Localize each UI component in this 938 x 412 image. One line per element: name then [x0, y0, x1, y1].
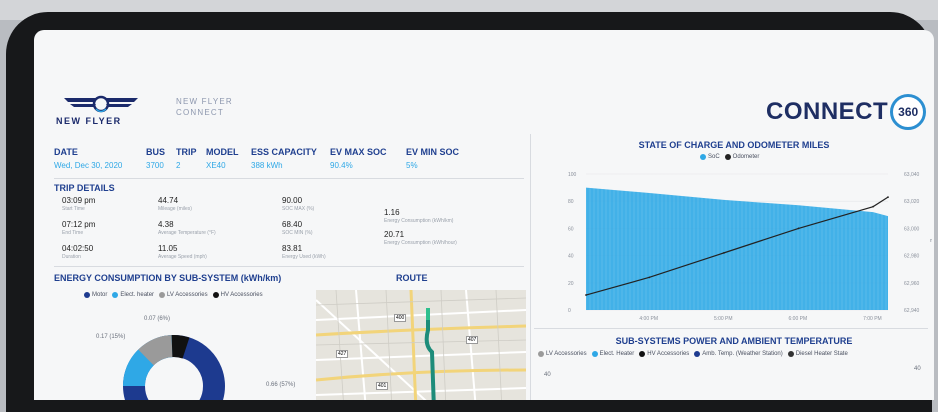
average-temperature: 4.38 Average Temperature (°F) [158, 220, 216, 236]
legend-elect-heater: Elect. Heater [591, 351, 634, 357]
y-left-tick: 60 [568, 226, 574, 232]
energy-consumption-title: ENERGY CONSUMPTION BY SUB-SYSTEM (kWh/km… [54, 273, 282, 283]
energy-donut-chart [123, 334, 225, 400]
trip-details-title: TRIP DETAILS [54, 183, 115, 193]
product-name: NEW FLYER CONNECT [176, 96, 233, 118]
connect-text: CONNECT [766, 98, 889, 125]
odometer-point [648, 276, 651, 279]
new-flyer-logo: NEW FLYER [56, 94, 150, 134]
divider [534, 328, 928, 329]
highway-badge: 400 [394, 314, 407, 322]
highway-badge: 407 [466, 336, 479, 344]
info-ev-min: EV MIN SOC 5% [406, 147, 460, 170]
highway-badge: 401 [376, 382, 389, 390]
divider [54, 266, 524, 267]
y-right-tick: 62,940 [904, 308, 920, 314]
soc-legend: SoC Odometer [700, 154, 764, 160]
route-map[interactable]: 400 407 401 427 [316, 290, 526, 400]
x-tick: 4:00 PM [639, 316, 658, 322]
legend-amb-temp: Amb. Temp. (Weather Station) [694, 351, 783, 357]
highway-badge: 427 [336, 350, 349, 358]
duration: 04:02:50 Duration [62, 244, 94, 260]
y-left-tick: 100 [568, 172, 577, 178]
wordmark: NEW FLYER [56, 116, 122, 126]
y-left-tick: 20 [568, 281, 574, 287]
odometer-point [887, 196, 889, 199]
info-date: DATE Wed, Dec 30, 2020 [54, 147, 123, 170]
legend-lv: LV Accessories [538, 351, 587, 357]
divider [530, 134, 531, 400]
legend-soc: SoC [700, 154, 720, 160]
energy-consumption-km: 1.16 Energy Consumption (kWh/km) [384, 208, 454, 224]
average-speed: 11.05 Average Speed (mph) [158, 244, 207, 260]
legend-elect-heater: Elect. heater [112, 292, 154, 298]
legend-hv-accessories: HV Accessories [212, 292, 263, 298]
divider [54, 178, 524, 179]
connect-badge: 360 [890, 94, 927, 130]
donut-label-hv: 0.07 (6%) [144, 316, 171, 322]
dashboard-screen: NEW FLYER NEW FLYER CONNECT CONNECT 360 … [34, 30, 934, 400]
odometer-point [585, 294, 587, 296]
y-right-tick: 63,000 [904, 226, 920, 232]
info-trip: TRIP 2 [176, 147, 197, 170]
soc-max: 90.00 SOC MAX (%) [282, 196, 315, 212]
subsystems-title: SUB-SYSTEMS POWER AND AMBIENT TEMPERATUR… [615, 336, 853, 346]
end-time: 07:12 pm End Time [62, 220, 96, 236]
odometer-point [723, 251, 725, 254]
legend-lv-accessories: LV Accessories [159, 292, 208, 298]
odometer-point [797, 227, 800, 230]
y-left-tick: 80 [568, 199, 574, 205]
x-tick: 6:00 PM [789, 316, 808, 322]
info-ev-max: EV MAX SOC 90.4% [330, 147, 387, 170]
subsystems-legend: LV Accessories Elect. Heater HV Accessor… [538, 351, 853, 357]
soc-odometer-chart: 100 80 60 40 20 0 63,040 63,020 63,000 62,980 62,9… [568, 172, 932, 322]
donut-elect-heater-2 [123, 349, 155, 387]
donut-hv-accessories [171, 334, 190, 359]
product-line2: CONNECT [176, 108, 224, 117]
legend-diesel-heater: Diesel Heater State [787, 351, 848, 357]
map-canvas [316, 290, 526, 400]
subsystems-right-tick: 40 [914, 366, 921, 372]
legend-hv: HV Accessories [639, 351, 689, 357]
info-ess: ESS CAPACITY 388 kWh [251, 147, 317, 170]
start-time: 03:09 pm Start Time [62, 196, 96, 212]
info-bus: BUS 3700 [146, 147, 166, 170]
x-tick: 5:00 PM [714, 316, 733, 322]
y-left-tick: 40 [568, 254, 574, 260]
soc-min: 68.40 SOC MIN (%) [282, 220, 313, 236]
mileage: 44.74 Mileage (miles) [158, 196, 192, 212]
y-right-axis-label: mi [930, 238, 932, 244]
y-left-tick: 0 [568, 308, 571, 314]
odometer-point [872, 205, 874, 208]
legend-odometer: Odometer [724, 154, 759, 160]
y-right-tick: 63,040 [904, 172, 920, 178]
wings-icon [64, 95, 138, 113]
donut-label-motor: 0.66 (57%) [266, 382, 296, 388]
y-right-tick: 63,020 [904, 199, 920, 205]
energy-used: 83.81 Energy Used (kWh) [282, 244, 326, 260]
legend-motor: Motor [84, 292, 107, 298]
subsystems-left-tick: 40 [544, 372, 551, 378]
route-title: ROUTE [396, 273, 428, 283]
info-model: MODEL XE40 [206, 147, 239, 170]
energy-consumption-hour: 20.71 Energy Consumption (kWh/hour) [384, 230, 457, 246]
product-line1: NEW FLYER [176, 97, 233, 106]
donut-label-lv: 0.17 (15%) [96, 334, 126, 340]
connect360-logo: CONNECT 360 [766, 94, 927, 130]
soc-chart-title: STATE OF CHARGE AND ODOMETER MILES [638, 140, 830, 150]
y-right-tick: 62,960 [904, 281, 920, 287]
x-tick: 7:00 PM [863, 316, 882, 322]
energy-legend: Motor Elect. heater LV Accessories HV Ac… [84, 292, 268, 298]
y-right-tick: 62,980 [904, 254, 920, 260]
donut-lv-accessories [138, 335, 174, 366]
